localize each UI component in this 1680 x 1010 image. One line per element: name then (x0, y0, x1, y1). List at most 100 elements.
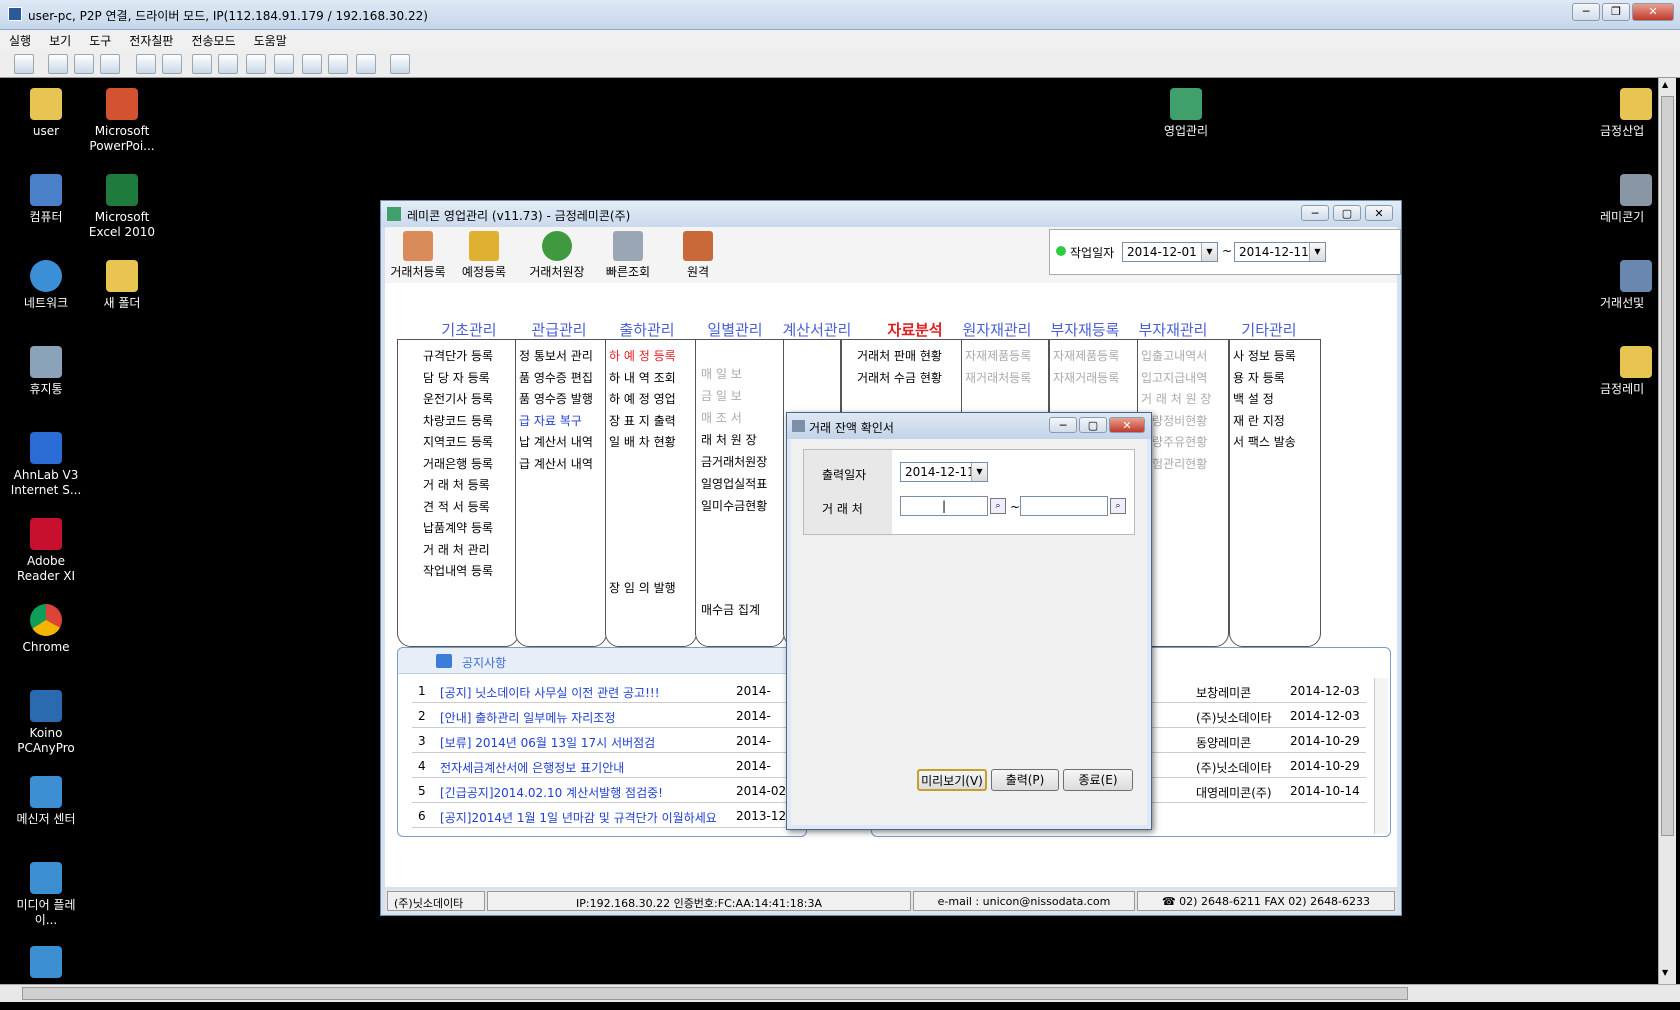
menu-item[interactable]: 자재제품등록 (1053, 347, 1119, 364)
users-icon[interactable] (246, 54, 266, 74)
desktop-icon-shortcut[interactable] (8, 946, 84, 982)
notice-row[interactable]: 4 전자세금계산서에 은행정보 표기안내 2014- (412, 753, 792, 778)
scroll-thumb[interactable] (22, 987, 1408, 1000)
connect-icon[interactable] (14, 54, 34, 74)
menu-item[interactable]: 장 표 지 출력 (609, 412, 676, 429)
desktop-icon-partners[interactable]: 거래선및 (1600, 260, 1660, 311)
menu-item[interactable]: 매 조 서 (701, 409, 742, 426)
partner-to-input[interactable] (1020, 496, 1108, 516)
desktop-icon-adobe[interactable]: Adobe Reader XI (8, 518, 84, 584)
date-from-select[interactable]: 2014-12-01 ▼ (1122, 242, 1218, 262)
desktop-icon-powerpoint[interactable]: Microsoft PowerPoi... (84, 88, 160, 154)
menu-item[interactable]: 자재거래등록 (1053, 369, 1119, 386)
notice-row[interactable]: 1 [공지] 닛소데이타 사무실 이전 관련 공고!!! 2014- (412, 678, 792, 703)
print-date-select[interactable]: 2014-12-11 ▼ (900, 462, 988, 482)
partner-to-search-icon[interactable]: ⌕ (1110, 498, 1126, 514)
menu-item[interactable]: 하 내 역 조회 (609, 369, 676, 386)
menu-item[interactable]: 사 정보 등록 (1233, 347, 1296, 364)
notice-row[interactable]: 5 [긴급공지]2014.02.10 계산서발행 점검중! 2014-02-10 (412, 778, 806, 803)
menu-item[interactable]: 금 일 보 (701, 387, 742, 404)
preview-button[interactable]: 미리보기(V) (917, 769, 987, 791)
file-transfer-icon[interactable] (192, 54, 212, 74)
menu-item[interactable]: 운전기사 등록 (423, 390, 493, 407)
scroll-thumb[interactable] (1661, 96, 1674, 836)
toolbar-quick-search[interactable]: 빠른조회 (595, 229, 661, 280)
app-minimize-button[interactable]: ─ (1301, 205, 1329, 221)
menu-item[interactable]: 매 일 보 (701, 365, 742, 382)
desktop-icon-koino[interactable]: Koino PCAnyPro (8, 690, 84, 756)
menu-item[interactable]: 매수금 집계 (701, 601, 760, 618)
restore-button[interactable]: ❐ (1602, 3, 1630, 21)
app-close-button[interactable]: ✕ (1365, 205, 1393, 221)
desktop-icon-recycle-bin[interactable]: 휴지통 (8, 346, 84, 397)
menu-run[interactable]: 실행 (0, 30, 40, 51)
menu-item[interactable]: 정 통보서 관리 (519, 347, 593, 364)
menu-item[interactable]: 거 래 처 관리 (423, 541, 490, 558)
draw-icon[interactable] (136, 54, 156, 74)
monitor-icon[interactable] (48, 54, 68, 74)
scroll-up-arrow[interactable]: ▲ (1662, 80, 1668, 89)
menu-item[interactable]: 일미수금현황 (701, 497, 767, 514)
desktop-icon-sales[interactable]: 영업관리 (1148, 88, 1224, 139)
menu-item[interactable]: 금거래처원장 (701, 453, 767, 470)
menu-item[interactable]: 납 계산서 내역 (519, 433, 593, 450)
devices-icon[interactable] (328, 54, 348, 74)
scroll-down-arrow[interactable]: ▼ (1662, 968, 1668, 977)
desktop-icon-user[interactable]: user (8, 88, 84, 139)
vertical-scrollbar[interactable]: ▲ ▼ (1658, 78, 1676, 984)
menu-item[interactable]: 거 래 처 등록 (423, 476, 490, 493)
network-icon[interactable] (218, 54, 238, 74)
desktop-icon-excel[interactable]: Microsoft Excel 2010 (84, 174, 160, 240)
menu-transfer[interactable]: 전송모드 (182, 30, 244, 51)
menu-item[interactable]: 작업내역 등록 (423, 562, 493, 579)
horizontal-scrollbar[interactable] (0, 984, 1680, 1002)
notice-row[interactable]: 3 [보류] 2014년 06월 13일 17시 서버점검 2014- (412, 728, 792, 753)
menu-item[interactable]: 거래처 판매 현황 (857, 347, 942, 364)
menu-item[interactable]: 지역코드 등록 (423, 433, 493, 450)
desktop-icon-new-folder[interactable]: 새 폴더 (84, 260, 160, 311)
menu-item[interactable]: 일 배 차 현황 (609, 433, 676, 450)
menu-item[interactable]: 재거래처등록 (965, 369, 1031, 386)
category-title[interactable]: 부자재관리 (1129, 319, 1217, 340)
menu-item[interactable]: 차량코드 등록 (423, 412, 493, 429)
dialog-maximize-button[interactable]: ▢ (1079, 417, 1107, 433)
desktop-icon-network[interactable]: 네트워크 (8, 260, 84, 311)
notice-row[interactable]: 2 [안내] 출하관리 일부메뉴 자리조정 2014- (412, 703, 792, 728)
notice-row[interactable]: 6 [공지]2014년 1월 1일 년마감 및 규격단가 이월하세요 2013-12… (412, 803, 806, 828)
desktop-icon-media[interactable]: 미디어 플레이... (8, 862, 84, 928)
menu-item[interactable]: 품 영수증 편집 (519, 369, 593, 386)
minimize-button[interactable]: ─ (1572, 3, 1600, 21)
menu-whiteboard[interactable]: 전자칠판 (120, 30, 182, 51)
menu-item[interactable]: 하 예 정 등록 (609, 347, 676, 364)
close-dialog-button[interactable]: 종료(E) (1063, 769, 1133, 791)
menu-item[interactable]: 거래처 수금 현황 (857, 369, 942, 386)
category-title[interactable]: 원자재관리 (953, 319, 1041, 340)
settings-icon[interactable] (356, 54, 376, 74)
toolbar-schedule-register[interactable]: 예정등록 (451, 229, 517, 280)
close-button[interactable]: ✕ (1632, 3, 1674, 21)
menu-item[interactable]: 장 임 의 발행 (609, 579, 676, 596)
menu-item[interactable]: 일영업실적표 (701, 475, 767, 492)
menu-view[interactable]: 보기 (40, 30, 80, 51)
menu-item[interactable]: 급 자료 복구 (519, 412, 582, 429)
desktop-icon-ahnlab[interactable]: AhnLab V3 Internet S... (8, 432, 84, 498)
partner-from-input[interactable]: | (900, 496, 988, 516)
category-title[interactable]: 기타관리 (1225, 319, 1313, 340)
menu-help[interactable]: 도움말 (245, 30, 296, 51)
menu-item[interactable]: 서 팩스 발송 (1233, 433, 1296, 450)
menu-item[interactable]: 백 설 정 (1233, 390, 1274, 407)
qna-scrollbar[interactable] (1374, 678, 1388, 834)
category-title[interactable]: 자료분석 (871, 319, 959, 340)
menu-item[interactable]: 품 영수증 발행 (519, 390, 593, 407)
menu-item[interactable]: 하 예 정 영업 (609, 390, 676, 407)
menu-item[interactable]: 자재제품등록 (965, 347, 1031, 364)
category-title[interactable]: 일별관리 (691, 319, 779, 340)
category-title[interactable]: 부자재등록 (1041, 319, 1129, 340)
dialog-close-button[interactable]: ✕ (1109, 417, 1145, 433)
toolbar-partner-register[interactable]: 거래처등록 (385, 229, 451, 280)
menu-item[interactable]: 입출고내역서 (1141, 347, 1207, 364)
menu-item[interactable]: 거 래 처 원 장 (1141, 390, 1211, 407)
menu-item[interactable]: 용 자 등록 (1233, 369, 1285, 386)
toolbar-partner-ledger[interactable]: 거래처원장 (521, 229, 593, 280)
toolbar-remote[interactable]: 원격 (665, 229, 731, 280)
